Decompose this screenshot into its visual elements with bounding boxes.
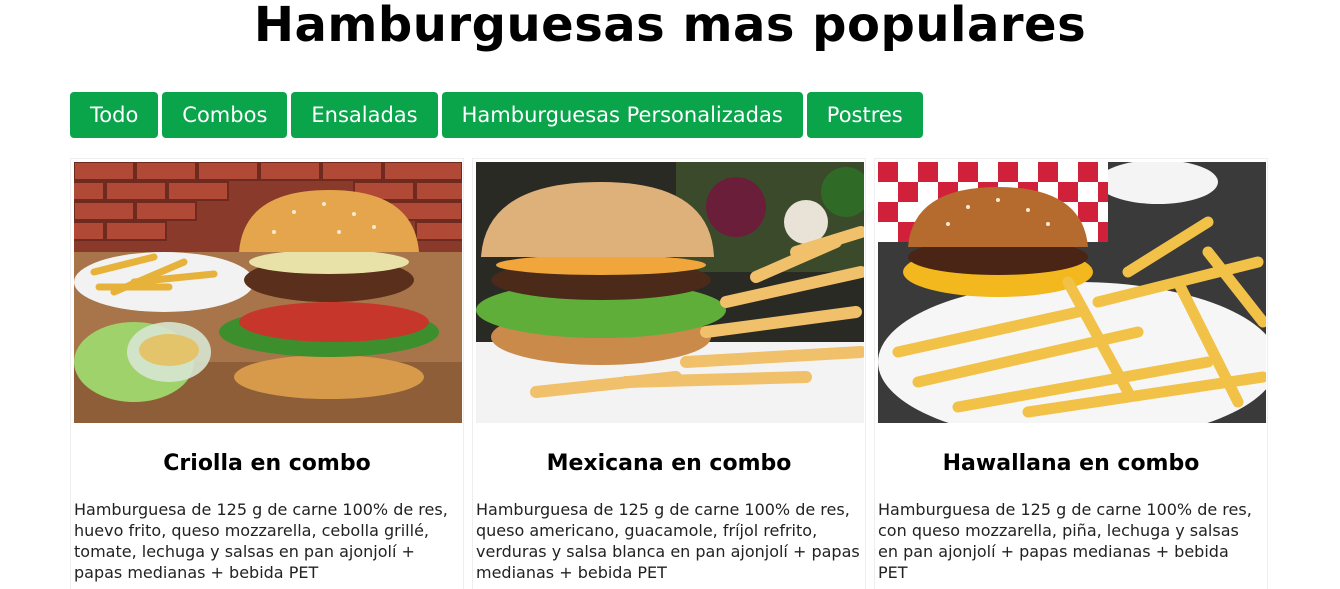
burger-fries-photo[interactable] bbox=[476, 162, 864, 423]
product-title: Criolla en combo bbox=[163, 451, 371, 476]
product-title: Mexicana en combo bbox=[546, 451, 792, 476]
page-title: Hamburguesas mas populares bbox=[253, 0, 1087, 53]
product-description: Hamburguesa de 125 g de carne 100% de re… bbox=[74, 500, 448, 582]
product-card-hawallana[interactable]: Hawallana en combo Hamburguesa de 125 g … bbox=[874, 158, 1268, 589]
product-description: Hamburguesa de 125 g de carne 100% de re… bbox=[878, 500, 1252, 582]
category-filter-bar: Todo Combos Ensaladas Hamburguesas Perso… bbox=[70, 92, 923, 138]
filter-button-combos[interactable]: Combos bbox=[162, 92, 288, 138]
filter-button-postres[interactable]: Postres bbox=[806, 92, 923, 138]
product-card-mexicana[interactable]: Mexicana en combo Hamburguesa de 125 g d… bbox=[472, 158, 866, 589]
burger-brick-wall-photo[interactable] bbox=[74, 162, 462, 423]
product-card-criolla[interactable]: Criolla en combo Hamburguesa de 125 g de… bbox=[70, 158, 464, 589]
product-description: Hamburguesa de 125 g de carne 100% de re… bbox=[476, 500, 860, 582]
filter-button-todo[interactable]: Todo bbox=[70, 92, 159, 138]
burger-checkered-paper-photo[interactable] bbox=[878, 162, 1266, 423]
product-grid: Criolla en combo Hamburguesa de 125 g de… bbox=[70, 158, 1268, 589]
product-title: Hawallana en combo bbox=[942, 451, 1200, 476]
filter-button-ensaladas[interactable]: Ensaladas bbox=[291, 92, 438, 138]
filter-button-hamburguesas-personalizadas[interactable]: Hamburguesas Personalizadas bbox=[441, 92, 803, 138]
